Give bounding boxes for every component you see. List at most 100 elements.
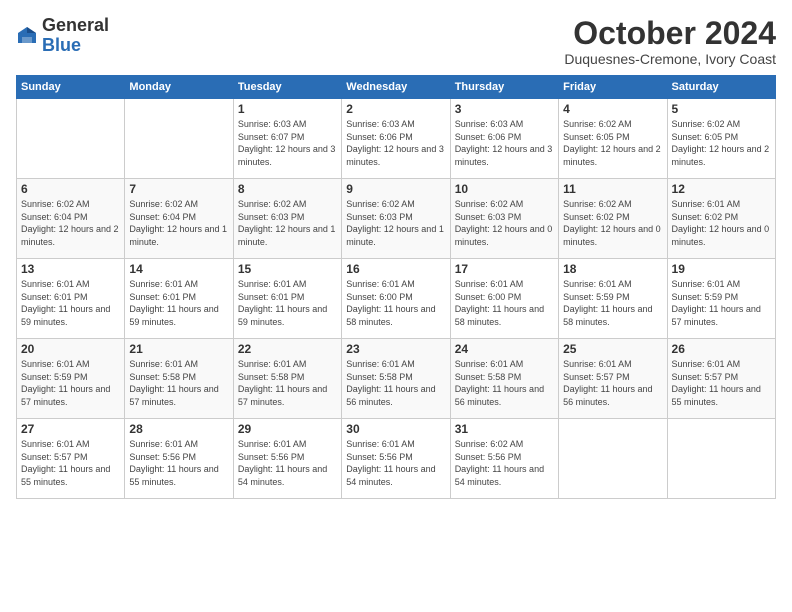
day-info: Sunrise: 6:03 AM Sunset: 6:06 PM Dayligh… — [455, 118, 554, 168]
day-info: Sunrise: 6:01 AM Sunset: 5:56 PM Dayligh… — [129, 438, 228, 488]
day-info: Sunrise: 6:01 AM Sunset: 5:59 PM Dayligh… — [672, 278, 771, 328]
day-number: 4 — [563, 102, 662, 116]
calendar-week-row: 20 Sunrise: 6:01 AM Sunset: 5:59 PM Dayli… — [17, 339, 776, 419]
calendar-cell: 5Sunrise: 6:02 AM Sunset: 6:05 PM Daylig… — [667, 99, 775, 179]
day-info: Sunrise: 6:01 AM Sunset: 6:01 PM Dayligh… — [21, 278, 120, 328]
day-number: 14 — [129, 262, 228, 276]
day-number: 19 — [672, 262, 771, 276]
day-info: Sunrise: 6:02 AM Sunset: 6:05 PM Dayligh… — [672, 118, 771, 168]
day-number: 20 — [21, 342, 120, 356]
calendar-cell: 13 Sunrise: 6:01 AM Sunset: 6:01 PM Dayli… — [17, 259, 125, 339]
title-area: October 2024 Duquesnes-Cremone, Ivory Co… — [564, 16, 776, 67]
calendar-cell: 1Sunrise: 6:03 AM Sunset: 6:07 PM Daylig… — [233, 99, 341, 179]
day-info: Sunrise: 6:01 AM Sunset: 5:56 PM Dayligh… — [238, 438, 337, 488]
day-number: 31 — [455, 422, 554, 436]
calendar-cell: 26Sunrise: 6:01 AM Sunset: 5:57 PM Dayli… — [667, 339, 775, 419]
calendar-cell: 16Sunrise: 6:01 AM Sunset: 6:00 PM Dayli… — [342, 259, 450, 339]
day-info: Sunrise: 6:02 AM Sunset: 6:04 PM Dayligh… — [129, 198, 228, 248]
calendar-cell: 24 Sunrise: 6:01 AM Sunset: 5:58 PM Dayli… — [450, 339, 558, 419]
day-info: Sunrise: 6:01 AM Sunset: 5:59 PM Dayligh… — [21, 358, 120, 408]
day-number: 25 — [563, 342, 662, 356]
calendar-cell: 12 Sunrise: 6:01 AM Sunset: 6:02 PM Dayli… — [667, 179, 775, 259]
day-number: 15 — [238, 262, 337, 276]
day-number: 29 — [238, 422, 337, 436]
day-number: 23 — [346, 342, 445, 356]
calendar-week-row: 1Sunrise: 6:03 AM Sunset: 6:07 PM Daylig… — [17, 99, 776, 179]
day-info: Sunrise: 6:01 AM Sunset: 5:58 PM Dayligh… — [346, 358, 445, 408]
weekday-header: Tuesday — [233, 76, 341, 99]
day-number: 27 — [21, 422, 120, 436]
weekday-header: Friday — [559, 76, 667, 99]
calendar-cell: 4 Sunrise: 6:02 AM Sunset: 6:05 PM Daylig… — [559, 99, 667, 179]
weekday-header: Sunday — [17, 76, 125, 99]
day-info: Sunrise: 6:03 AM Sunset: 6:06 PM Dayligh… — [346, 118, 445, 168]
calendar-cell: 25 Sunrise: 6:01 AM Sunset: 5:57 PM Dayli… — [559, 339, 667, 419]
calendar-cell: 19 Sunrise: 6:01 AM Sunset: 5:59 PM Dayli… — [667, 259, 775, 339]
month-title: October 2024 — [564, 16, 776, 51]
day-info: Sunrise: 6:02 AM Sunset: 6:03 PM Dayligh… — [238, 198, 337, 248]
calendar-cell — [559, 419, 667, 499]
calendar-cell: 15 Sunrise: 6:01 AM Sunset: 6:01 PM Dayli… — [233, 259, 341, 339]
day-info: Sunrise: 6:02 AM Sunset: 5:56 PM Dayligh… — [455, 438, 554, 488]
calendar-cell: 22 Sunrise: 6:01 AM Sunset: 5:58 PM Dayli… — [233, 339, 341, 419]
calendar-cell — [17, 99, 125, 179]
weekday-header: Wednesday — [342, 76, 450, 99]
day-number: 22 — [238, 342, 337, 356]
day-info: Sunrise: 6:01 AM Sunset: 5:58 PM Dayligh… — [129, 358, 228, 408]
day-info: Sunrise: 6:02 AM Sunset: 6:05 PM Dayligh… — [563, 118, 662, 168]
page-header: General Blue October 2024 Duquesnes-Crem… — [16, 16, 776, 67]
calendar-cell: 9Sunrise: 6:02 AM Sunset: 6:03 PM Daylig… — [342, 179, 450, 259]
calendar-table: SundayMondayTuesdayWednesdayThursdayFrid… — [16, 75, 776, 499]
calendar-cell: 6 Sunrise: 6:02 AM Sunset: 6:04 PM Daylig… — [17, 179, 125, 259]
weekday-header-row: SundayMondayTuesdayWednesdayThursdayFrid… — [17, 76, 776, 99]
day-info: Sunrise: 6:01 AM Sunset: 6:01 PM Dayligh… — [238, 278, 337, 328]
calendar-week-row: 13 Sunrise: 6:01 AM Sunset: 6:01 PM Dayli… — [17, 259, 776, 339]
day-info: Sunrise: 6:03 AM Sunset: 6:07 PM Dayligh… — [238, 118, 337, 168]
day-number: 2 — [346, 102, 445, 116]
calendar-cell: 23 Sunrise: 6:01 AM Sunset: 5:58 PM Dayli… — [342, 339, 450, 419]
calendar-cell — [667, 419, 775, 499]
day-info: Sunrise: 6:02 AM Sunset: 6:02 PM Dayligh… — [563, 198, 662, 248]
day-number: 18 — [563, 262, 662, 276]
day-number: 30 — [346, 422, 445, 436]
calendar-cell: 14Sunrise: 6:01 AM Sunset: 6:01 PM Dayli… — [125, 259, 233, 339]
day-number: 8 — [238, 182, 337, 196]
day-number: 13 — [21, 262, 120, 276]
day-number: 16 — [346, 262, 445, 276]
day-info: Sunrise: 6:01 AM Sunset: 5:56 PM Dayligh… — [346, 438, 445, 488]
calendar-cell: 31 Sunrise: 6:02 AM Sunset: 5:56 PM Dayli… — [450, 419, 558, 499]
day-number: 3 — [455, 102, 554, 116]
calendar-cell: 7 Sunrise: 6:02 AM Sunset: 6:04 PM Daylig… — [125, 179, 233, 259]
weekday-header: Saturday — [667, 76, 775, 99]
day-number: 12 — [672, 182, 771, 196]
day-number: 6 — [21, 182, 120, 196]
calendar-cell: 29 Sunrise: 6:01 AM Sunset: 5:56 PM Dayli… — [233, 419, 341, 499]
day-info: Sunrise: 6:01 AM Sunset: 5:57 PM Dayligh… — [563, 358, 662, 408]
calendar-cell: 21 Sunrise: 6:01 AM Sunset: 5:58 PM Dayli… — [125, 339, 233, 419]
calendar-cell: 28 Sunrise: 6:01 AM Sunset: 5:56 PM Dayli… — [125, 419, 233, 499]
logo: General Blue — [16, 16, 109, 56]
day-info: Sunrise: 6:01 AM Sunset: 5:59 PM Dayligh… — [563, 278, 662, 328]
day-info: Sunrise: 6:02 AM Sunset: 6:04 PM Dayligh… — [21, 198, 120, 248]
calendar-week-row: 27Sunrise: 6:01 AM Sunset: 5:57 PM Dayli… — [17, 419, 776, 499]
calendar-cell: 11Sunrise: 6:02 AM Sunset: 6:02 PM Dayli… — [559, 179, 667, 259]
day-number: 28 — [129, 422, 228, 436]
logo-icon — [16, 25, 38, 47]
calendar-cell: 27Sunrise: 6:01 AM Sunset: 5:57 PM Dayli… — [17, 419, 125, 499]
day-number: 21 — [129, 342, 228, 356]
day-number: 7 — [129, 182, 228, 196]
logo-blue: Blue — [42, 35, 81, 55]
calendar-cell: 30 Sunrise: 6:01 AM Sunset: 5:56 PM Dayli… — [342, 419, 450, 499]
calendar-cell: 2 Sunrise: 6:03 AM Sunset: 6:06 PM Daylig… — [342, 99, 450, 179]
day-info: Sunrise: 6:02 AM Sunset: 6:03 PM Dayligh… — [455, 198, 554, 248]
weekday-header: Monday — [125, 76, 233, 99]
day-info: Sunrise: 6:01 AM Sunset: 6:00 PM Dayligh… — [455, 278, 554, 328]
day-info: Sunrise: 6:01 AM Sunset: 5:58 PM Dayligh… — [455, 358, 554, 408]
day-number: 24 — [455, 342, 554, 356]
day-info: Sunrise: 6:01 AM Sunset: 5:57 PM Dayligh… — [672, 358, 771, 408]
calendar-cell: 8 Sunrise: 6:02 AM Sunset: 6:03 PM Daylig… — [233, 179, 341, 259]
day-info: Sunrise: 6:01 AM Sunset: 5:58 PM Dayligh… — [238, 358, 337, 408]
calendar-cell: 20 Sunrise: 6:01 AM Sunset: 5:59 PM Dayli… — [17, 339, 125, 419]
day-info: Sunrise: 6:01 AM Sunset: 6:02 PM Dayligh… — [672, 198, 771, 248]
weekday-header: Thursday — [450, 76, 558, 99]
